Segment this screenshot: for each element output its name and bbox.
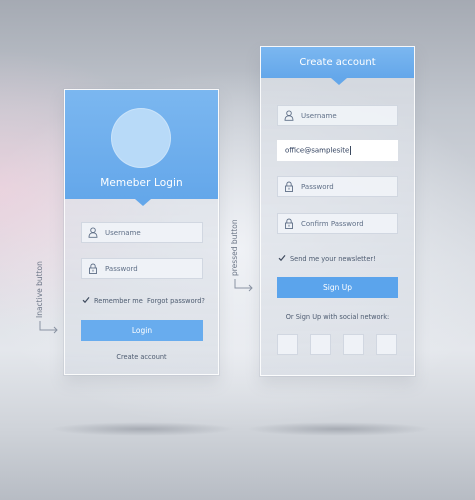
pressed-button-bracket [234, 279, 253, 292]
login-password-field[interactable]: Password [81, 258, 203, 279]
signup-username-placeholder: Username [301, 111, 337, 120]
signup-title: Create account [299, 57, 376, 68]
social-button-3[interactable] [343, 334, 364, 355]
signup-panel: Create account Username office@samplesit… [260, 46, 415, 376]
signup-header: Create account [261, 47, 414, 85]
login-title: Memeber Login [100, 177, 183, 189]
signup-username-field[interactable]: Username [277, 105, 398, 126]
social-button-1[interactable] [277, 334, 298, 355]
inactive-button-bracket [39, 321, 58, 334]
email-text: office@samplesite [285, 146, 350, 155]
forgot-password-link[interactable]: Forgot password? [147, 297, 205, 305]
social-button-4[interactable] [376, 334, 397, 355]
login-panel-shadow [50, 422, 235, 436]
signup-password-field[interactable]: Password [277, 176, 398, 197]
signup-password-placeholder: Password [301, 182, 334, 191]
login-password-placeholder: Password [105, 264, 138, 273]
page-background: { "login_panel": { "title": "Memeber Log… [0, 0, 475, 500]
signup-confirm-password-placeholder: Confirm Password [301, 219, 364, 228]
login-username-field[interactable]: Username [81, 222, 203, 243]
user-icon [284, 110, 294, 121]
remember-me-checkbox[interactable]: Remember me [82, 296, 143, 306]
text-cursor [350, 146, 352, 155]
remember-me-label: Remember me [94, 297, 143, 305]
lock-icon [284, 181, 294, 192]
signup-confirm-password-field[interactable]: Confirm Password [277, 213, 398, 234]
user-icon [88, 227, 98, 238]
checkmark-icon [278, 254, 286, 264]
pressed-button-annotation: pressed button [230, 219, 239, 276]
social-signup-prompt: Or Sign Up with social network: [285, 313, 390, 321]
create-account-link[interactable]: Create account [65, 353, 218, 361]
checkmark-icon [82, 296, 90, 306]
lock-icon [88, 263, 98, 274]
newsletter-label: Send me your newsletter! [290, 255, 376, 263]
login-username-placeholder: Username [105, 228, 141, 237]
login-panel: Memeber Login Username Password Remember… [64, 89, 219, 375]
signup-email-value: office@samplesite [285, 146, 352, 155]
signup-button[interactable]: Sign Up [277, 277, 398, 298]
social-button-2[interactable] [310, 334, 331, 355]
inactive-button-annotation: Inactive button [35, 261, 44, 318]
signup-panel-shadow [246, 422, 431, 436]
avatar [111, 108, 171, 168]
signup-email-field[interactable]: office@samplesite [277, 140, 398, 161]
login-button[interactable]: Login [81, 320, 203, 341]
newsletter-checkbox[interactable]: Send me your newsletter! [278, 254, 376, 264]
lock-icon [284, 218, 294, 229]
login-header: Memeber Login [65, 90, 218, 206]
